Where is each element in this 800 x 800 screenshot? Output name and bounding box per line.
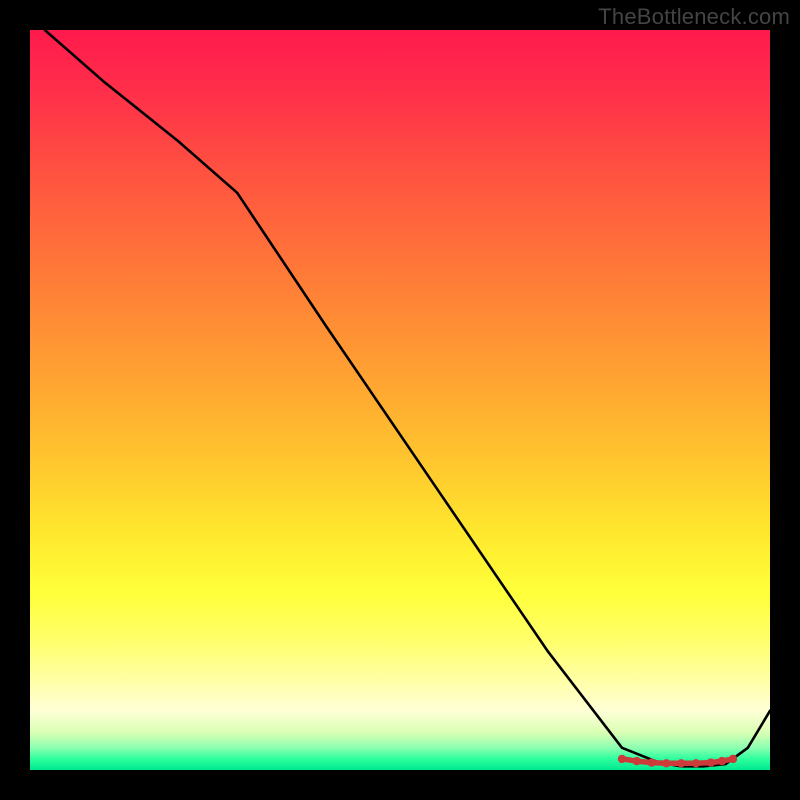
marker-dot — [662, 759, 670, 767]
marker-dot — [633, 757, 641, 765]
plot-area — [30, 30, 770, 770]
marker-dot — [677, 759, 685, 767]
marker-dot — [618, 755, 626, 763]
chart-frame: TheBottleneck.com — [0, 0, 800, 800]
attribution-text: TheBottleneck.com — [598, 4, 790, 30]
marker-dot — [729, 755, 737, 763]
line-layer — [30, 30, 770, 770]
marker-dot — [718, 757, 726, 765]
marker-dot — [692, 759, 700, 767]
marker-dot — [707, 758, 715, 766]
curve-line — [45, 30, 770, 766]
marker-dot — [647, 758, 655, 766]
